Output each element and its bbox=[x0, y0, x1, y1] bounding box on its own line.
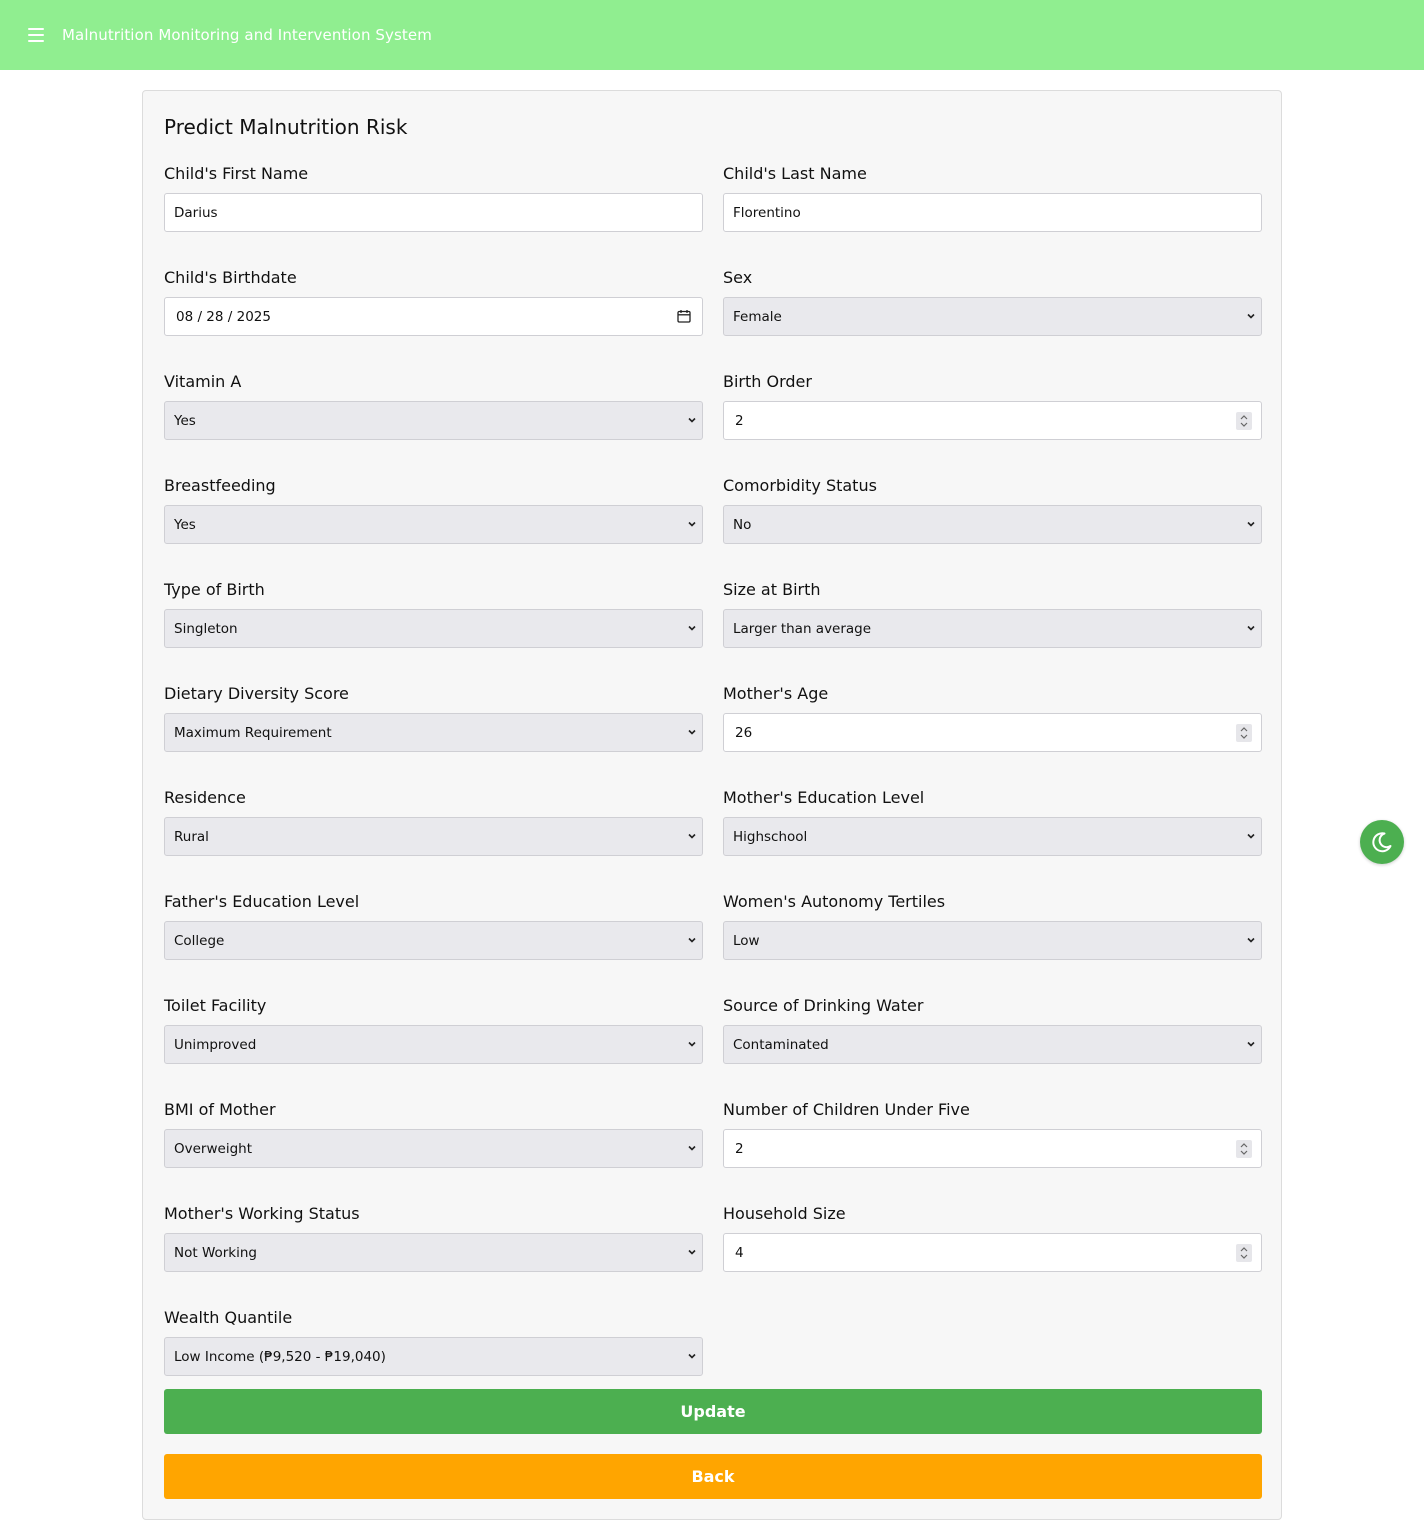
sex-label: Sex bbox=[723, 268, 753, 287]
residence-field: Residence Rural bbox=[164, 787, 703, 856]
chevron-down-icon bbox=[1247, 625, 1255, 631]
mother-working-select[interactable]: Not Working bbox=[164, 1233, 703, 1272]
breastfeeding-label: Breastfeeding bbox=[164, 476, 276, 495]
toilet-facility-field: Toilet Facility Unimproved bbox=[164, 995, 703, 1064]
size-at-birth-select[interactable]: Larger than average bbox=[723, 609, 1262, 648]
toilet-facility-select[interactable]: Unimproved bbox=[164, 1025, 703, 1064]
drinking-water-field: Source of Drinking Water Contaminated bbox=[723, 995, 1262, 1064]
number-spinner-icon[interactable] bbox=[1236, 412, 1252, 430]
women-autonomy-label: Women's Autonomy Tertiles bbox=[723, 892, 946, 911]
mother-education-select[interactable]: Highschool bbox=[723, 817, 1262, 856]
mother-education-field: Mother's Education Level Highschool bbox=[723, 787, 1262, 856]
chevron-down-icon bbox=[1247, 937, 1255, 943]
chevron-down-icon bbox=[688, 625, 696, 631]
father-education-label: Father's Education Level bbox=[164, 892, 360, 911]
household-size-label: Household Size bbox=[723, 1204, 846, 1223]
moon-icon bbox=[1372, 832, 1392, 853]
mother-bmi-select[interactable]: Overweight bbox=[164, 1129, 703, 1168]
children-under-five-label: Number of Children Under Five bbox=[723, 1100, 970, 1119]
wealth-quantile-select[interactable]: Low Income (₱9,520 - ₱19,040) bbox=[164, 1337, 703, 1376]
top-bar: Malnutrition Monitoring and Intervention… bbox=[0, 0, 1424, 70]
last-name-field: Child's Last Name Florentino bbox=[723, 163, 1262, 232]
drinking-water-label: Source of Drinking Water bbox=[723, 996, 924, 1015]
sex-select[interactable]: Female bbox=[723, 297, 1262, 336]
number-spinner-icon[interactable] bbox=[1236, 1244, 1252, 1262]
mother-bmi-label: BMI of Mother bbox=[164, 1100, 276, 1119]
birth-order-input[interactable]: 2 bbox=[723, 401, 1262, 440]
household-size-input[interactable]: 4 bbox=[723, 1233, 1262, 1272]
chevron-down-icon bbox=[1247, 1041, 1255, 1047]
back-button[interactable]: Back bbox=[164, 1454, 1262, 1499]
sex-field: Sex Female bbox=[723, 267, 1262, 336]
drinking-water-select[interactable]: Contaminated bbox=[723, 1025, 1262, 1064]
dietary-diversity-field: Dietary Diversity Score Maximum Requirem… bbox=[164, 683, 703, 752]
chevron-down-icon bbox=[1247, 833, 1255, 839]
residence-select[interactable]: Rural bbox=[164, 817, 703, 856]
comorbidity-select[interactable]: No bbox=[723, 505, 1262, 544]
app-title: Malnutrition Monitoring and Intervention… bbox=[62, 26, 432, 44]
mother-working-label: Mother's Working Status bbox=[164, 1204, 360, 1223]
dietary-diversity-select[interactable]: Maximum Requirement bbox=[164, 713, 703, 752]
wealth-quantile-label: Wealth Quantile bbox=[164, 1308, 293, 1327]
mother-age-field: Mother's Age 26 bbox=[723, 683, 1262, 752]
father-education-select[interactable]: College bbox=[164, 921, 703, 960]
predict-form-card: Predict Malnutrition Risk Child's First … bbox=[142, 90, 1282, 1520]
women-autonomy-select[interactable]: Low bbox=[723, 921, 1262, 960]
number-spinner-icon[interactable] bbox=[1236, 1140, 1252, 1158]
toilet-facility-label: Toilet Facility bbox=[164, 996, 267, 1015]
birth-order-label: Birth Order bbox=[723, 372, 812, 391]
breastfeeding-select[interactable]: Yes bbox=[164, 505, 703, 544]
size-at-birth-field: Size at Birth Larger than average bbox=[723, 579, 1262, 648]
birthdate-field: Child's Birthdate 08 / 28 / 2025 bbox=[164, 267, 703, 336]
mother-age-label: Mother's Age bbox=[723, 684, 829, 703]
number-spinner-icon[interactable] bbox=[1236, 724, 1252, 742]
mother-bmi-field: BMI of Mother Overweight bbox=[164, 1099, 703, 1168]
women-autonomy-field: Women's Autonomy Tertiles Low bbox=[723, 891, 1262, 960]
chevron-down-icon bbox=[688, 417, 696, 423]
mother-age-input[interactable]: 26 bbox=[723, 713, 1262, 752]
comorbidity-label: Comorbidity Status bbox=[723, 476, 877, 495]
last-name-label: Child's Last Name bbox=[723, 164, 867, 183]
vitamin-a-select[interactable]: Yes bbox=[164, 401, 703, 440]
chevron-down-icon bbox=[688, 729, 696, 735]
theme-toggle-button[interactable] bbox=[1360, 820, 1404, 864]
chevron-down-icon bbox=[688, 1249, 696, 1255]
chevron-down-icon bbox=[1247, 313, 1255, 319]
type-of-birth-label: Type of Birth bbox=[164, 580, 265, 599]
breastfeeding-field: Breastfeeding Yes bbox=[164, 475, 703, 544]
calendar-icon[interactable] bbox=[677, 309, 691, 323]
mother-education-label: Mother's Education Level bbox=[723, 788, 925, 807]
form-title: Predict Malnutrition Risk bbox=[164, 115, 408, 139]
chevron-down-icon bbox=[688, 1353, 696, 1359]
birth-order-field: Birth Order 2 bbox=[723, 371, 1262, 440]
father-education-field: Father's Education Level College bbox=[164, 891, 703, 960]
hamburger-menu-icon[interactable] bbox=[28, 28, 44, 42]
vitamin-a-field: Vitamin A Yes bbox=[164, 371, 703, 440]
children-under-five-input[interactable]: 2 bbox=[723, 1129, 1262, 1168]
update-button[interactable]: Update bbox=[164, 1389, 1262, 1434]
birthdate-label: Child's Birthdate bbox=[164, 268, 297, 287]
last-name-input[interactable]: Florentino bbox=[723, 193, 1262, 232]
chevron-down-icon bbox=[688, 1145, 696, 1151]
first-name-field: Child's First Name Darius bbox=[164, 163, 703, 232]
birthdate-input[interactable]: 08 / 28 / 2025 bbox=[164, 297, 703, 336]
first-name-input[interactable]: Darius bbox=[164, 193, 703, 232]
mother-working-field: Mother's Working Status Not Working bbox=[164, 1203, 703, 1272]
household-size-field: Household Size 4 bbox=[723, 1203, 1262, 1272]
type-of-birth-field: Type of Birth Singleton bbox=[164, 579, 703, 648]
chevron-down-icon bbox=[688, 1041, 696, 1047]
chevron-down-icon bbox=[688, 833, 696, 839]
size-at-birth-label: Size at Birth bbox=[723, 580, 821, 599]
residence-label: Residence bbox=[164, 788, 246, 807]
wealth-quantile-field: Wealth Quantile Low Income (₱9,520 - ₱19… bbox=[164, 1307, 703, 1376]
comorbidity-field: Comorbidity Status No bbox=[723, 475, 1262, 544]
chevron-down-icon bbox=[688, 937, 696, 943]
dietary-diversity-label: Dietary Diversity Score bbox=[164, 684, 349, 703]
children-under-five-field: Number of Children Under Five 2 bbox=[723, 1099, 1262, 1168]
vitamin-a-label: Vitamin A bbox=[164, 372, 242, 391]
first-name-label: Child's First Name bbox=[164, 164, 309, 183]
chevron-down-icon bbox=[688, 521, 696, 527]
type-of-birth-select[interactable]: Singleton bbox=[164, 609, 703, 648]
chevron-down-icon bbox=[1247, 521, 1255, 527]
